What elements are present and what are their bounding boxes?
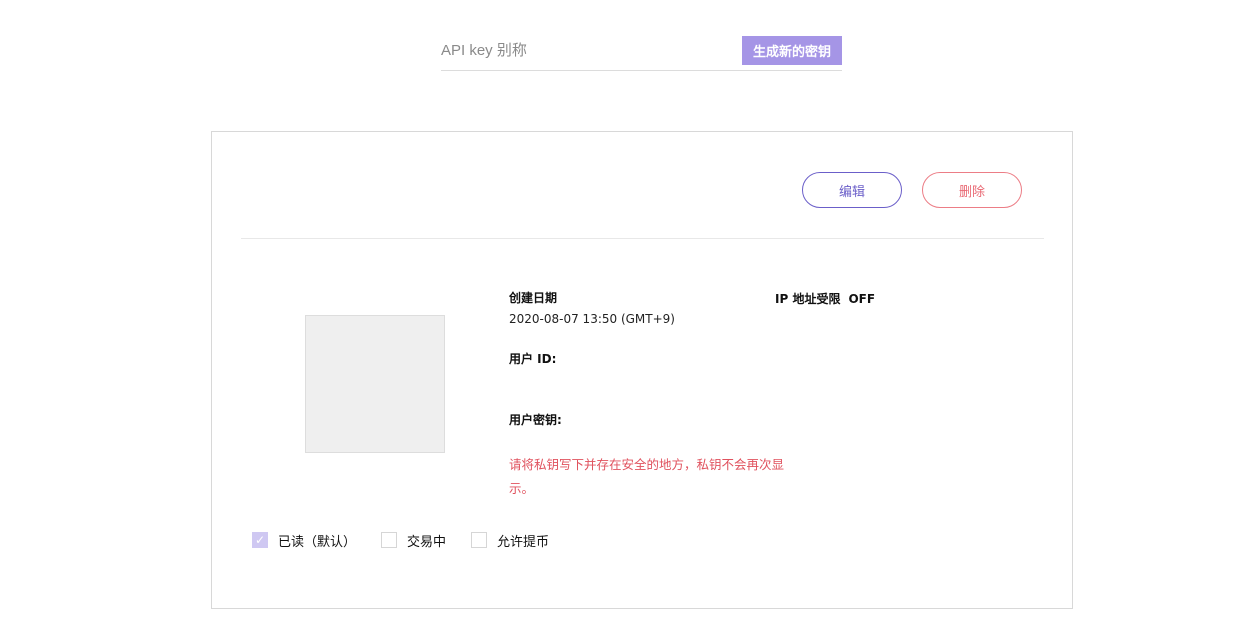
ip-restriction-value: OFF: [848, 292, 876, 306]
checkbox-empty-icon: [381, 532, 398, 548]
permission-read-checkbox[interactable]: ✓ 已读（默认）: [252, 531, 356, 550]
permission-withdraw-checkbox[interactable]: 允许提币: [471, 531, 549, 550]
api-key-alias-input[interactable]: [441, 34, 731, 66]
checkbox-empty-icon: [471, 532, 488, 548]
api-key-card: 编辑 删除 创建日期 2020-08-07 13:50 (GMT+9) IP 地…: [211, 131, 1073, 609]
ip-restriction: IP 地址受限 OFF: [775, 290, 875, 307]
secret-key-warning: 请将私钥写下并存在安全的地方，私钥不会再次显示。: [509, 457, 785, 496]
edit-button[interactable]: 编辑: [802, 172, 902, 208]
user-id-label: 用户 ID:: [509, 352, 557, 366]
secret-key-label: 用户密钥:: [509, 413, 562, 427]
permission-checkboxes: ✓ 已读（默认） 交易中 允许提币: [252, 530, 574, 550]
card-divider: [241, 238, 1044, 239]
permission-read-label: 已读（默认）: [278, 534, 357, 550]
created-date-label: 创建日期: [509, 291, 558, 305]
generate-key-button[interactable]: 生成新的密钥: [742, 36, 842, 65]
permission-trading-checkbox[interactable]: 交易中: [381, 531, 446, 550]
created-date-value: 2020-08-07 13:50 (GMT+9): [509, 312, 675, 326]
api-key-form: 生成新的密钥: [441, 34, 842, 71]
ip-restriction-label: IP 地址受限: [775, 292, 841, 306]
qr-code: [305, 315, 445, 453]
checkmark-icon: ✓: [252, 532, 268, 548]
permission-withdraw-label: 允许提币: [497, 534, 550, 550]
delete-button[interactable]: 删除: [922, 172, 1022, 208]
permission-trading-label: 交易中: [407, 534, 447, 550]
